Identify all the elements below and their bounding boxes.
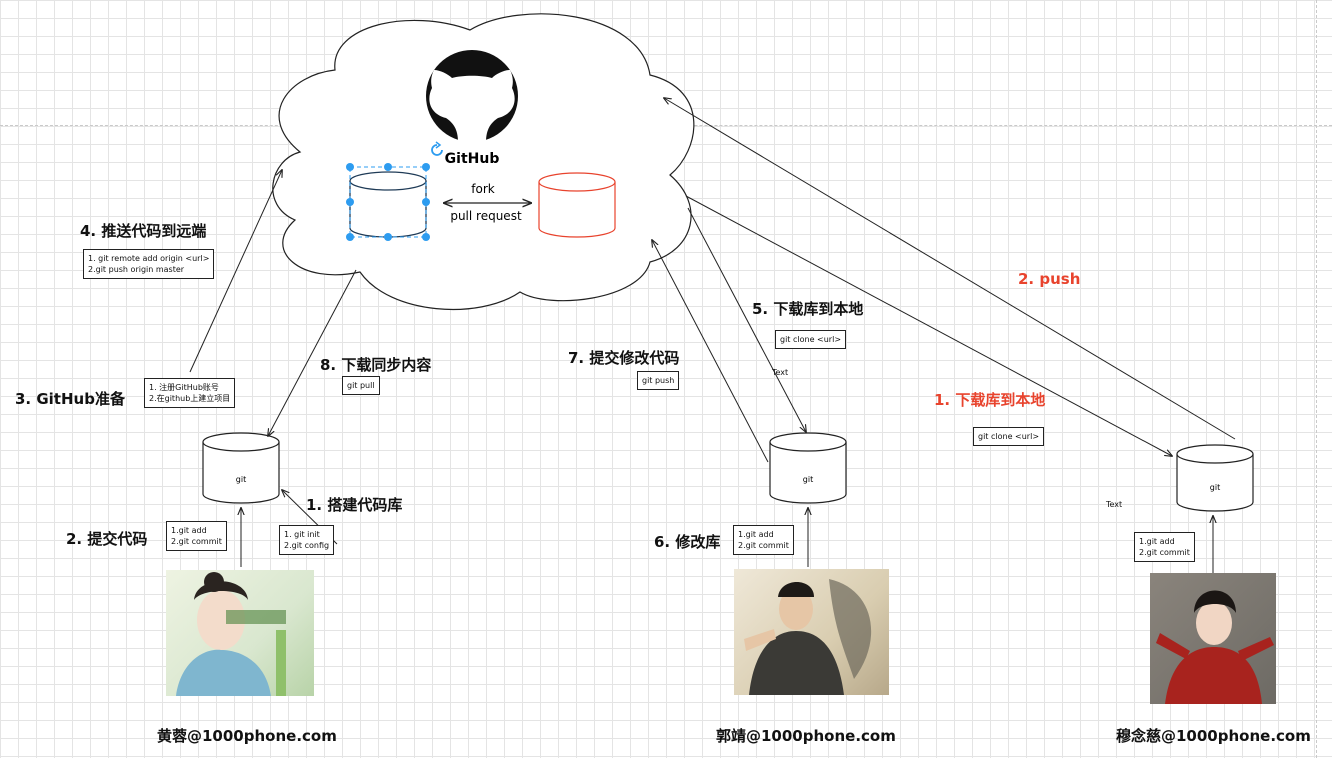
step-2-push-title-red: 2. push: [1018, 270, 1081, 288]
github-logo-text: GitHub: [445, 151, 500, 167]
step-8-sync-title: 8. 下载同步内容: [320, 356, 432, 374]
local-repo-label: git: [236, 475, 246, 484]
user-email-huangrong: 黄蓉@1000phone.com: [157, 727, 337, 745]
step-6-modify-title: 6. 修改库: [654, 533, 721, 551]
step-3-commands: 1. 注册GitHub账号 2.在github上建立项目: [144, 378, 236, 408]
pull-request-label: pull request: [450, 209, 522, 223]
step-1-clone-title-red: 1. 下载库到本地: [934, 391, 1046, 409]
github-octocat-icon: [426, 50, 518, 142]
local-repo-label: git: [1210, 483, 1220, 492]
avatar-huangrong: [166, 570, 314, 696]
avatar-munianci: [1150, 573, 1276, 704]
step-1-clone-commands: git clone <url>: [973, 427, 1045, 446]
step-5-commands: git clone <url>: [775, 330, 847, 349]
local-repo-guojing[interactable]: git: [769, 432, 847, 504]
step-2-commands: 1.git add 2.git commit: [166, 521, 227, 551]
step-4-commands: 1. git remote add origin <url> 2.git pus…: [83, 249, 215, 279]
right-commit-commands: 1.git add 2.git commit: [1134, 532, 1195, 562]
remote-repo-main[interactable]: [346, 163, 430, 241]
step-1-create-title: 1. 搭建代码库: [306, 496, 403, 514]
local-repo-label: git: [803, 475, 813, 484]
step-7-commands: git push: [637, 371, 680, 390]
step-6-commands: 1.git add 2.git commit: [733, 525, 794, 555]
fork-label: fork: [471, 182, 495, 196]
local-repo-huangrong[interactable]: git: [202, 432, 280, 504]
arrow-pull-from-remote: [268, 269, 357, 436]
step-5-clone-title: 5. 下载库到本地: [752, 300, 864, 318]
step-4-push-title: 4. 推送代码到远端: [80, 222, 207, 240]
arrow-push-right: [664, 98, 1236, 440]
step-8-commands: git pull: [342, 376, 380, 395]
remote-repo-fork[interactable]: [538, 172, 616, 238]
step-1-commands: 1. git init 2.git config: [279, 525, 335, 555]
user-email-munianci: 穆念慈@1000phone.com: [1116, 727, 1311, 745]
step-2-commit-title: 2. 提交代码: [66, 530, 148, 548]
user-email-guojing: 郭靖@1000phone.com: [716, 727, 896, 745]
local-repo-munianci[interactable]: git: [1176, 444, 1254, 512]
text-placeholder-middle: Text: [772, 368, 789, 377]
step-3-prepare-title: 3. GitHub准备: [15, 390, 125, 408]
text-placeholder-right: Text: [1106, 500, 1123, 509]
arrow-clone-right: [685, 195, 1172, 456]
arrow-clone-fork: [687, 207, 806, 432]
step-7-push-title: 7. 提交修改代码: [568, 349, 680, 367]
avatar-guojing: [734, 569, 889, 695]
